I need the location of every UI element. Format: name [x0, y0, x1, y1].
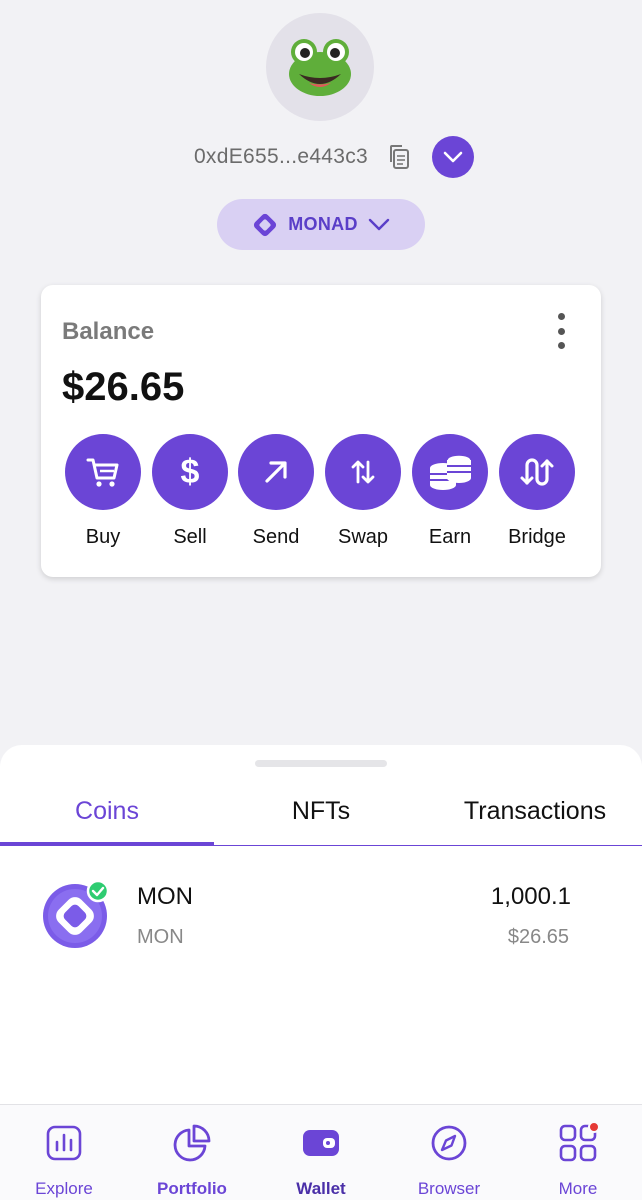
nav-portfolio-label: Portfolio	[157, 1179, 227, 1198]
send-button[interactable]: Send	[231, 434, 321, 549]
more-vertical-icon[interactable]	[551, 313, 571, 349]
nav-explore-label: Explore	[35, 1179, 93, 1198]
swap-button[interactable]: Swap	[318, 434, 408, 549]
nav-browser[interactable]: Browser	[385, 1121, 513, 1199]
bar-chart-icon	[46, 1125, 82, 1161]
dollar-icon: $	[180, 452, 200, 491]
buy-label: Buy	[85, 526, 121, 548]
balance-card: Balance $26.65 Buy $ Sell Send Swap Earn…	[41, 285, 601, 577]
nav-wallet[interactable]: Wallet	[257, 1121, 385, 1199]
nav-portfolio[interactable]: Portfolio	[128, 1121, 256, 1199]
arrow-up-right-icon	[265, 461, 287, 483]
bridge-icon	[520, 458, 554, 486]
nav-wallet-label: Wallet	[296, 1179, 346, 1198]
swap-vertical-icon	[351, 460, 375, 484]
avatar[interactable]	[266, 13, 374, 121]
notification-badge	[588, 1121, 600, 1133]
address-row: 0xdE655...e443c3	[0, 136, 642, 178]
coin-symbol: MON	[137, 926, 184, 948]
tab-transactions[interactable]: Transactions	[428, 775, 642, 847]
nav-browser-label: Browser	[417, 1179, 481, 1198]
earn-button[interactable]: Earn	[405, 434, 495, 549]
buy-button[interactable]: Buy	[58, 434, 148, 549]
active-tab-indicator	[0, 842, 214, 846]
swap-label: Swap	[337, 526, 389, 548]
nav-more-label: More	[558, 1179, 598, 1198]
network-selector[interactable]: MONAD	[217, 199, 425, 250]
monad-diamond-icon	[254, 213, 277, 236]
chevron-down-icon	[443, 151, 463, 163]
coin-name: MON	[137, 883, 193, 910]
coins-stack-icon	[430, 454, 472, 490]
bridge-label: Bridge	[508, 526, 566, 548]
tab-nfts[interactable]: NFTs	[214, 775, 428, 847]
network-label: MONAD	[288, 214, 358, 234]
coin-amount: 1,000.1	[490, 883, 571, 910]
wallet-address: 0xdE655...e443c3	[193, 145, 369, 168]
cart-icon	[86, 458, 119, 487]
account-switch-button[interactable]	[432, 136, 475, 178]
action-buttons: Buy $ Sell Send Swap Earn Bridge	[41, 434, 601, 554]
frog-avatar-icon	[289, 39, 351, 96]
nav-explore[interactable]: Explore	[0, 1121, 128, 1199]
list-item[interactable]: MON MON 1,000.1 $26.65	[0, 875, 642, 965]
balance-value: $26.65	[62, 365, 185, 409]
send-label: Send	[252, 526, 300, 548]
earn-label: Earn	[428, 526, 472, 548]
pie-chart-icon	[173, 1124, 211, 1162]
chevron-down-icon	[368, 218, 389, 230]
wallet-icon	[303, 1130, 339, 1156]
asset-tabs: Coins NFTs Transactions	[0, 775, 642, 847]
tab-coins[interactable]: Coins	[0, 775, 214, 847]
tab-divider	[214, 845, 642, 846]
assets-sheet: Coins NFTs Transactions MON MON 1,000.1 …	[0, 745, 642, 1105]
sheet-handle[interactable]	[255, 760, 387, 767]
bridge-button[interactable]: Bridge	[492, 434, 582, 549]
coin-value: $26.65	[507, 926, 569, 948]
sell-label: Sell	[173, 526, 207, 548]
balance-label: Balance	[62, 318, 155, 345]
nav-more[interactable]: More	[514, 1121, 642, 1199]
compass-icon	[431, 1125, 467, 1161]
bottom-nav: Explore Portfolio Wallet Browser More	[0, 1104, 642, 1200]
copy-icon[interactable]	[386, 143, 412, 171]
sell-button[interactable]: $ Sell	[145, 434, 235, 549]
mon-token-icon	[41, 879, 110, 948]
